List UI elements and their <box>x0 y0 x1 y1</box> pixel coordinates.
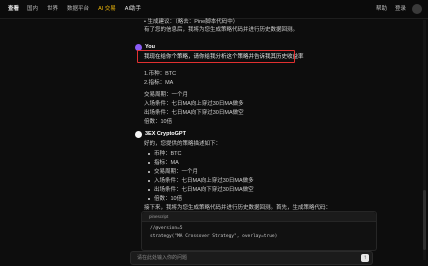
arrow-up-icon: ↑ <box>363 255 367 261</box>
bot-bullet-item: 指标：MA <box>148 160 179 167</box>
bullet-icon <box>148 152 150 155</box>
help-link[interactable]: 帮助 <box>376 6 387 13</box>
bot-name: 3EX CryptoGPT <box>145 131 186 138</box>
bot-intro-text: 好的，您提供的策略描述如下： <box>144 141 222 147</box>
chat-input-bar: ↑ <box>130 251 373 265</box>
code-line: strategy("MA Crossover Strategy", overla… <box>150 234 278 239</box>
bullet-icon <box>148 188 150 191</box>
avatar[interactable] <box>412 4 422 14</box>
highlight-box <box>137 50 295 63</box>
bot-bullet-item: 入场条件：七日MA向上穿过30日MA做多 <box>148 178 254 185</box>
bot-message-header: 3EX CryptoGPT <box>135 131 186 138</box>
user-detail-line: 2.指标：MA <box>144 80 174 86</box>
code-language-label: pinescript <box>142 212 376 222</box>
nav-item-world[interactable]: 世界 <box>47 6 58 13</box>
top-right-actions: 帮助 登录 <box>368 4 422 14</box>
code-line: //@version=5 <box>150 226 183 231</box>
user-detail-line: 倍数：10倍 <box>144 119 173 125</box>
previous-text-line: 有了您的信息后，我将为您生成策略代码并进行历史数据回测。 <box>144 27 299 33</box>
bot-bullet-item: 出场条件：七日MA向下穿过30日MA做空 <box>148 187 254 194</box>
user-detail-line: 出场条件：七日MA向下穿过30日MA做空 <box>144 110 244 116</box>
bot-bullet-item: 倍数：10倍 <box>148 196 182 203</box>
send-button[interactable]: ↑ <box>361 254 369 262</box>
bullet-icon <box>148 197 150 200</box>
logo[interactable]: 查看 <box>8 6 19 13</box>
code-block: pinescript //@version=5 strategy("MA Cro… <box>141 211 377 251</box>
nav-item-domestic[interactable]: 国内 <box>27 6 38 13</box>
user-detail-line: 交易周期：一个月 <box>144 92 189 98</box>
bullet-icon <box>148 179 150 182</box>
previous-text-line: • 生成建议：（略去：Pine脚本代码中） <box>144 19 239 25</box>
bot-bullet-item: 交易周期：一个月 <box>148 169 198 176</box>
bullet-icon <box>148 170 150 173</box>
nav-item-data-platform[interactable]: 数据平台 <box>67 6 89 13</box>
chat-input[interactable] <box>137 252 347 264</box>
bot-avatar-icon <box>135 131 142 138</box>
bullet-icon <box>148 161 150 164</box>
bot-bullet-item: 币种：BTC <box>148 151 182 158</box>
scrollbar-thumb[interactable] <box>423 190 426 250</box>
user-detail-line: 入场条件：七日MA向上穿过30日MA做多 <box>144 101 244 107</box>
nav-item-ai-assistant[interactable]: AI助手 <box>125 6 141 13</box>
user-detail-line: 1.币种：BTC <box>144 71 177 77</box>
top-navigation-bar: 查看 国内 世界 数据平台 AI 交易 AI助手 帮助 登录 <box>0 0 428 19</box>
login-link[interactable]: 登录 <box>395 6 406 13</box>
nav-item-ai-trading[interactable]: AI 交易 <box>98 6 116 13</box>
